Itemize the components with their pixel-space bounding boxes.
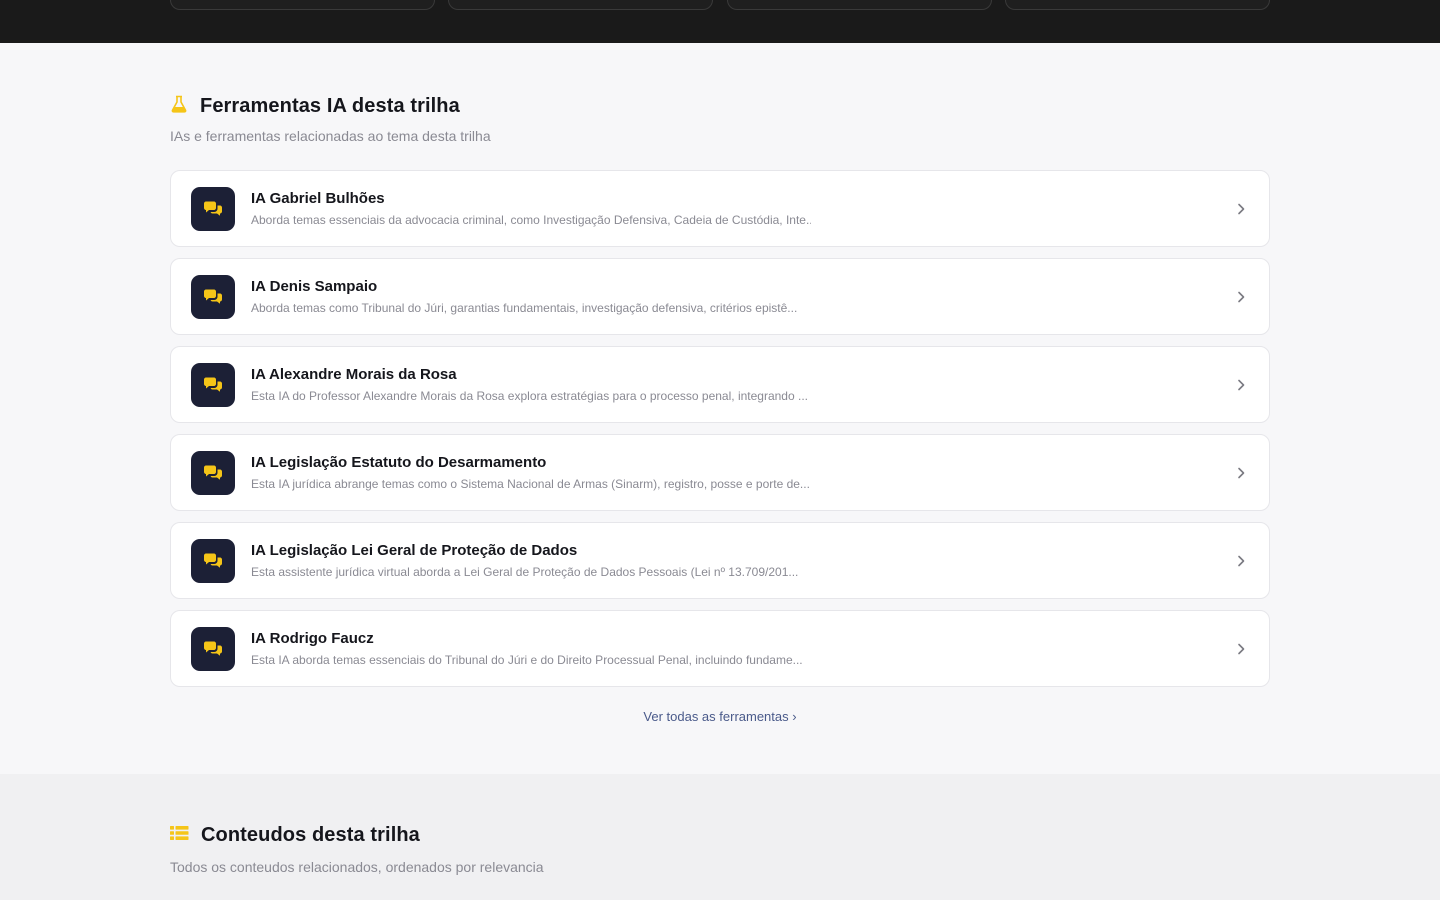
chat-bubbles-icon [191,362,235,407]
see-all-tools-link[interactable]: Ver todas as ferramentas › [643,709,796,724]
tool-name: IA Rodrigo Faucz [251,630,374,647]
tool-card-rodrigo-faucz[interactable]: IA Rodrigo Faucz Esta IA aborda temas es… [170,610,1270,687]
tools-section-header: Ferramentas IA desta trilha [170,95,460,118]
chevron-right-icon: › [792,709,797,724]
chat-bubbles-icon [191,450,235,495]
tool-text: IA Legislação Estatuto do Desarmamento E… [251,454,1233,491]
tools-section-title: Ferramentas IA desta trilha [200,95,460,117]
tool-description: Aborda temas como Tribunal do Júri, gara… [251,301,798,315]
tool-card-denis-sampaio[interactable]: IA Denis Sampaio Aborda temas como Tribu… [170,258,1270,335]
tool-name: IA Gabriel Bulhões [251,190,385,207]
tool-card-lgpd[interactable]: IA Legislação Lei Geral de Proteção de D… [170,522,1270,599]
tools-list: IA Gabriel Bulhões Aborda temas essencia… [170,170,1270,687]
tool-description: Esta IA do Professor Alexandre Morais da… [251,389,808,403]
top-banner [0,0,1440,43]
tool-text: IA Denis Sampaio Aborda temas como Tribu… [251,278,1233,315]
tool-name: IA Legislação Lei Geral de Proteção de D… [251,542,578,559]
contents-section-subtitle: Todos os conteudos relacionados, ordenad… [170,859,544,875]
contents-section: Conteudos desta trilha Todos os conteudo… [0,774,1440,900]
top-card[interactable] [448,0,713,10]
tool-name: IA Denis Sampaio [251,278,378,295]
chevron-right-icon [1238,291,1245,302]
tool-description: Esta IA aborda temas essenciais do Tribu… [251,653,803,667]
list-icon [170,825,189,846]
chevron-right-icon [1238,643,1245,654]
contents-section-title: Conteudos desta trilha [201,824,420,846]
chevron-right-icon [1238,555,1245,566]
tool-card-estatuto-desarmamento[interactable]: IA Legislação Estatuto do Desarmamento E… [170,434,1270,511]
chat-bubbles-icon [191,274,235,319]
tool-name: IA Legislação Estatuto do Desarmamento [251,454,547,471]
tool-text: IA Alexandre Morais da Rosa Esta IA do P… [251,366,1233,403]
tool-card-alexandre-morais-da-rosa[interactable]: IA Alexandre Morais da Rosa Esta IA do P… [170,346,1270,423]
chevron-right-icon [1238,203,1245,214]
tool-text: IA Legislação Lei Geral de Proteção de D… [251,542,1233,579]
tool-text: IA Rodrigo Faucz Esta IA aborda temas es… [251,630,1233,667]
chevron-right-icon [1238,467,1245,478]
chat-bubbles-icon [191,538,235,583]
tool-card-gabriel-bulhoes[interactable]: IA Gabriel Bulhões Aborda temas essencia… [170,170,1270,247]
top-card[interactable] [1005,0,1270,10]
top-card[interactable] [170,0,435,10]
chevron-right-icon [1238,379,1245,390]
tool-description: Esta assistente jurídica virtual aborda … [251,565,799,579]
chat-bubbles-icon [191,626,235,671]
tool-description: Aborda temas essenciais da advocacia cri… [251,213,811,227]
tools-section: Ferramentas IA desta trilha IAs e ferram… [0,43,1440,774]
top-card[interactable] [727,0,992,10]
see-all-tools: Ver todas as ferramentas › [0,709,1440,724]
tool-name: IA Alexandre Morais da Rosa [251,366,457,383]
see-all-label: Ver todas as ferramentas [643,709,789,724]
tool-text: IA Gabriel Bulhões Aborda temas essencia… [251,190,1233,227]
contents-section-header: Conteudos desta trilha [170,824,420,847]
flask-icon [170,95,188,118]
chat-bubbles-icon [191,186,235,231]
tools-section-subtitle: IAs e ferramentas relacionadas ao tema d… [170,128,491,144]
tool-description: Esta IA jurídica abrange temas como o Si… [251,477,810,491]
